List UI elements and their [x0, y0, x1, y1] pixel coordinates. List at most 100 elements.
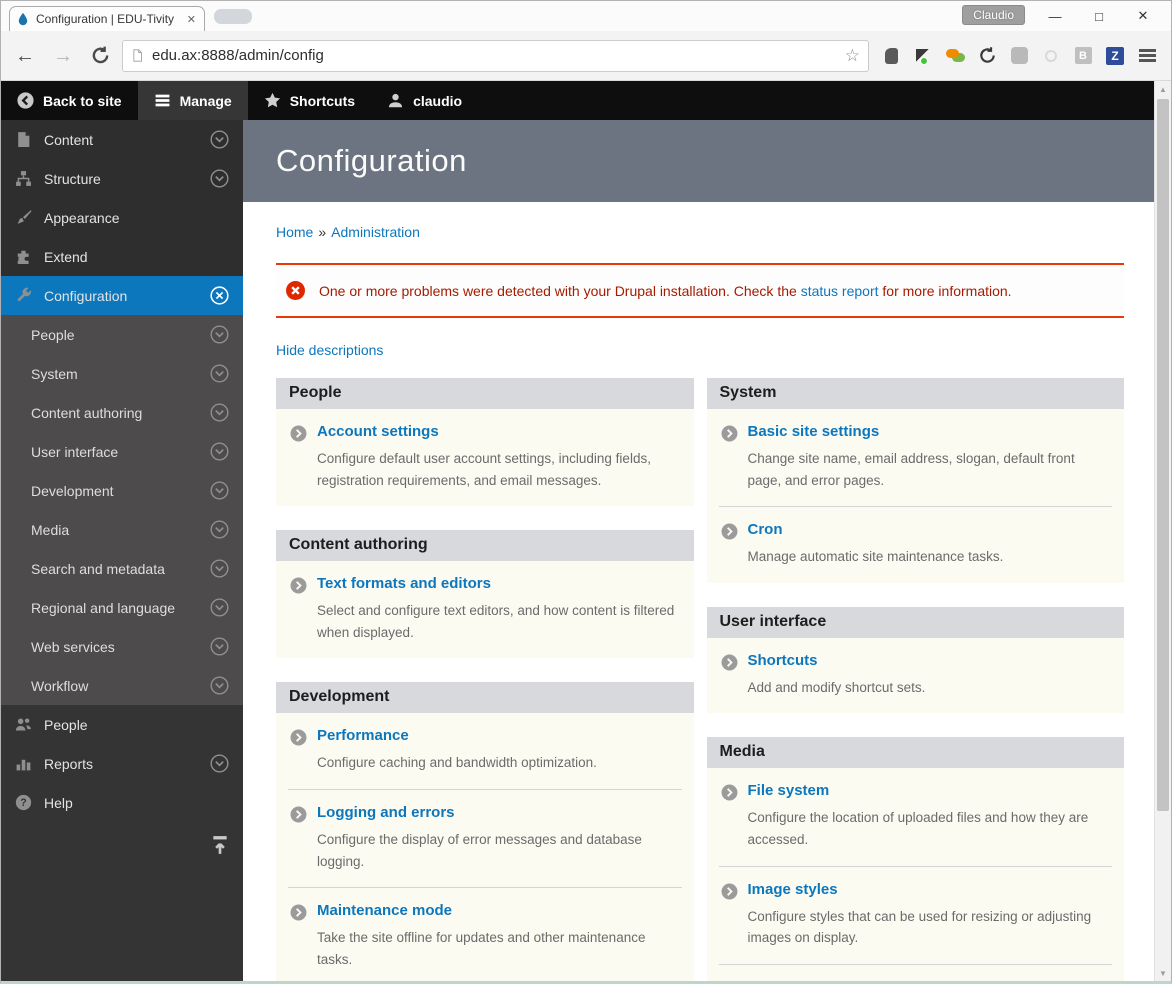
sidebar-item-label: Search and metadata	[31, 560, 165, 577]
chevron-down-icon[interactable]	[210, 754, 229, 773]
sidebar-item-appearance[interactable]: Appearance	[1, 198, 243, 237]
bookmark-star-icon[interactable]: ☆	[845, 46, 860, 66]
link-image-styles[interactable]: Image styles	[748, 881, 838, 898]
menu-icon	[155, 94, 169, 107]
status-report-link[interactable]: status report	[801, 283, 879, 299]
link-cron[interactable]: Cron	[748, 521, 783, 538]
url-text[interactable]: edu.ax:8888/admin/config	[152, 47, 837, 64]
sidebar-item-development[interactable]: Development	[1, 471, 243, 510]
sidebar-item-web-services[interactable]: Web services	[1, 627, 243, 666]
chevron-down-icon[interactable]	[210, 520, 229, 539]
z-extension-icon[interactable]: Z	[1103, 44, 1127, 68]
web-clipper-extension-icon[interactable]	[911, 44, 935, 68]
sidebar-item-system[interactable]: System	[1, 354, 243, 393]
chevron-down-icon[interactable]	[210, 130, 229, 149]
close-circle-icon[interactable]	[210, 286, 229, 305]
minimize-window-icon[interactable]: —	[1033, 1, 1077, 31]
sidebar-item-content-authoring[interactable]: Content authoring	[1, 393, 243, 432]
sidebar-item-reports[interactable]: Reports	[1, 744, 243, 783]
link-basic-site-settings[interactable]: Basic site settings	[748, 423, 880, 440]
breadcrumb-administration-link[interactable]: Administration	[331, 224, 420, 240]
config-link-description: Configure the location of uploaded files…	[747, 810, 1089, 847]
tab-title: Configuration | EDU-Tivity	[36, 12, 175, 26]
toolbar-claudio[interactable]: claudio	[371, 81, 478, 120]
app-extension-icon[interactable]	[1007, 44, 1031, 68]
sidebar-item-regional-and-language[interactable]: Regional and language	[1, 588, 243, 627]
sidebar-item-label: System	[31, 365, 78, 382]
link-text-formats-and-editors[interactable]: Text formats and editors	[317, 575, 491, 592]
sidebar-item-search-and-metadata[interactable]: Search and metadata	[1, 549, 243, 588]
chevron-right-icon	[721, 523, 738, 568]
close-window-icon[interactable]: ✕	[1121, 1, 1165, 31]
config-panel-body: Performance Configure caching and bandwi…	[276, 713, 694, 981]
breadcrumb-home-link[interactable]: Home	[276, 224, 313, 240]
new-tab-button[interactable]	[214, 9, 252, 24]
sidebar-item-people[interactable]: People	[1, 315, 243, 354]
chevron-down-icon[interactable]	[210, 481, 229, 500]
b-extension-icon[interactable]: B	[1071, 44, 1095, 68]
chevron-down-icon[interactable]	[210, 637, 229, 656]
link-file-system[interactable]: File system	[748, 782, 830, 799]
sync-extension-icon[interactable]	[975, 44, 999, 68]
scrollbar-down-icon[interactable]: ▼	[1155, 965, 1171, 981]
scrollbar-up-icon[interactable]: ▲	[1155, 81, 1171, 97]
toolbar-back-to-site[interactable]: Back to site	[1, 81, 138, 120]
chevron-right-icon	[290, 425, 307, 491]
back-icon[interactable]: ←	[9, 46, 41, 66]
link-logging-and-errors[interactable]: Logging and errors	[317, 804, 455, 821]
forward-icon[interactable]: →	[47, 46, 79, 66]
toolbar-item-label: Shortcuts	[289, 92, 356, 109]
chevron-down-icon[interactable]	[210, 559, 229, 578]
error-icon	[286, 281, 305, 300]
link-performance[interactable]: Performance	[317, 727, 409, 744]
toolbar-shortcuts[interactable]: Shortcuts	[248, 81, 371, 120]
scrollbar-track[interactable]	[1155, 97, 1171, 965]
collapse-to-top-icon[interactable]	[211, 835, 229, 860]
link-image-toolkit[interactable]: Image toolkit	[748, 979, 841, 981]
chevron-down-icon[interactable]	[210, 598, 229, 617]
address-bar[interactable]: edu.ax:8888/admin/config ☆	[122, 39, 869, 72]
panel-people: People Account settings Configure defaul…	[276, 378, 694, 507]
sidebar-item-structure[interactable]: Structure	[1, 159, 243, 198]
menu-extension-icon[interactable]	[1135, 44, 1159, 68]
chevron-down-icon[interactable]	[210, 403, 229, 422]
link-account-settings[interactable]: Account settings	[317, 423, 439, 440]
sidebar-item-user-interface[interactable]: User interface	[1, 432, 243, 471]
scrollbar-thumb[interactable]	[1157, 99, 1169, 811]
left-column: People Account settings Configure defaul…	[276, 378, 694, 981]
browser-tab[interactable]: Configuration | EDU-Tivity ✕	[9, 6, 205, 31]
sidebar-item-label: Content	[44, 131, 94, 148]
page-scrollbar[interactable]: ▲ ▼	[1154, 81, 1171, 981]
config-link-description: Add and modify shortcut sets.	[747, 679, 926, 695]
browser-profile-badge[interactable]: Claudio	[962, 5, 1025, 25]
page-area: Back to site Manage Shortcuts claudio Co…	[1, 81, 1154, 981]
chevron-down-icon[interactable]	[210, 169, 229, 188]
inactive-extension-icon[interactable]	[1039, 44, 1063, 68]
toolbar-item-label: Manage	[179, 92, 232, 109]
tab-close-icon[interactable]: ✕	[185, 13, 198, 26]
sidebar-item-configuration[interactable]: Configuration	[1, 276, 243, 315]
sidebar-item-label: Development	[31, 482, 114, 499]
chevron-down-icon[interactable]	[210, 676, 229, 695]
sidebar-item-workflow[interactable]: Workflow	[1, 666, 243, 705]
sidebar-item-extend[interactable]: Extend	[1, 237, 243, 276]
wrench-icon	[17, 287, 31, 302]
sidebar-item-content[interactable]: Content	[1, 120, 243, 159]
hide-descriptions-link[interactable]: Hide descriptions	[276, 342, 383, 358]
evernote-extension-icon[interactable]	[879, 44, 903, 68]
config-panel-body: File system Configure the location of up…	[706, 768, 1124, 981]
sidebar-item-label: Extend	[44, 248, 88, 265]
link-shortcuts[interactable]: Shortcuts	[748, 652, 818, 669]
maximize-window-icon[interactable]: □	[1077, 1, 1121, 31]
sidebar-item-help[interactable]: ? Help	[1, 783, 243, 822]
sidebar-item-label: Web services	[31, 638, 115, 655]
toolbar-manage[interactable]: Manage	[137, 81, 248, 120]
chat-extension-icon[interactable]	[943, 44, 967, 68]
link-maintenance-mode[interactable]: Maintenance mode	[317, 902, 452, 919]
sidebar-item-media[interactable]: Media	[1, 510, 243, 549]
chevron-down-icon[interactable]	[210, 364, 229, 383]
chevron-down-icon[interactable]	[210, 325, 229, 344]
reload-icon[interactable]	[85, 46, 116, 65]
chevron-down-icon[interactable]	[210, 442, 229, 461]
sidebar-item-people[interactable]: People	[1, 705, 243, 744]
